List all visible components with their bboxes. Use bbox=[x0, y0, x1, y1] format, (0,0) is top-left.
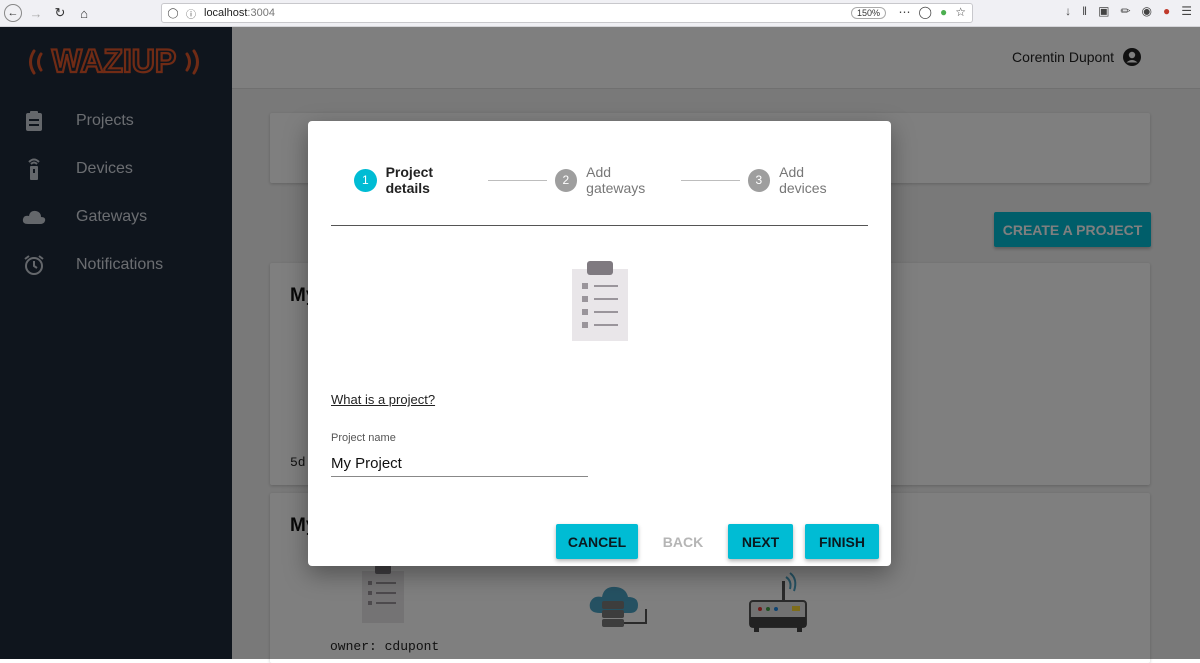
download-icon[interactable]: ↓ bbox=[1065, 4, 1071, 18]
bookmark-star-icon[interactable]: ☆ bbox=[955, 5, 966, 19]
menu-icon[interactable]: ☰ bbox=[1181, 4, 1192, 18]
project-name-label: Project name bbox=[331, 432, 396, 444]
extension-icon[interactable]: ● bbox=[940, 5, 947, 19]
project-name-input[interactable] bbox=[331, 451, 588, 477]
step-connector bbox=[487, 179, 547, 181]
back-arrow-icon[interactable]: ← bbox=[4, 4, 22, 22]
step-number-badge: 1 bbox=[354, 168, 377, 192]
finish-button[interactable]: FINISH bbox=[805, 524, 879, 559]
step-label: Add gateways bbox=[586, 164, 646, 196]
step-label: Project details bbox=[385, 164, 434, 196]
dialog-divider bbox=[331, 225, 868, 226]
step-number-badge: 2 bbox=[554, 168, 578, 192]
step-connector bbox=[680, 179, 740, 181]
back-button[interactable]: BACK bbox=[651, 524, 715, 559]
step-add-gateways: 2 Add gateways bbox=[554, 164, 673, 196]
url-port: :3004 bbox=[247, 7, 275, 19]
home-icon[interactable]: ⌂ bbox=[74, 3, 94, 23]
browser-toolbar: ← → ↻ ⌂ ◯ ⓘ localhost:3004 150% ⋯ ◯ ● ☆ … bbox=[0, 0, 1200, 27]
addon-icon[interactable]: ● bbox=[1163, 4, 1170, 18]
next-button[interactable]: NEXT bbox=[728, 524, 793, 559]
zoom-badge[interactable]: 150% bbox=[850, 7, 886, 19]
create-project-dialog: 1 Project details 2 Add gateways 3 Add d… bbox=[308, 121, 891, 566]
eyedropper-icon[interactable]: ✏ bbox=[1120, 4, 1130, 18]
stepper: 1 Project details 2 Add gateways 3 Add d… bbox=[354, 164, 854, 196]
pocket-icon[interactable]: ◯ bbox=[919, 5, 932, 19]
cancel-button[interactable]: CANCEL bbox=[556, 524, 638, 559]
what-is-a-project-link[interactable]: What is a project? bbox=[331, 392, 435, 407]
step-number-badge: 3 bbox=[747, 168, 771, 192]
account-icon[interactable]: ◉ bbox=[1142, 4, 1152, 18]
step-add-devices: 3 Add devices bbox=[747, 164, 854, 196]
url-bar[interactable]: ◯ ⓘ localhost:3004 150% ⋯ ◯ ● ☆ bbox=[161, 3, 973, 23]
library-icon[interactable]: ‖ bbox=[1082, 4, 1087, 18]
step-project-details: 1 Project details bbox=[354, 164, 480, 196]
clipboard-illustration-icon bbox=[572, 261, 628, 341]
more-actions-icon[interactable]: ⋯ bbox=[899, 5, 911, 19]
url-host: localhost bbox=[204, 7, 248, 19]
shield-icon[interactable]: ◯ bbox=[166, 6, 180, 20]
forward-arrow-icon[interactable]: → bbox=[26, 3, 46, 23]
info-icon[interactable]: ⓘ bbox=[184, 6, 198, 21]
sidebar-toggle-icon[interactable]: ▣ bbox=[1098, 4, 1109, 18]
step-label: Add devices bbox=[779, 164, 827, 196]
reload-icon[interactable]: ↻ bbox=[50, 3, 70, 23]
